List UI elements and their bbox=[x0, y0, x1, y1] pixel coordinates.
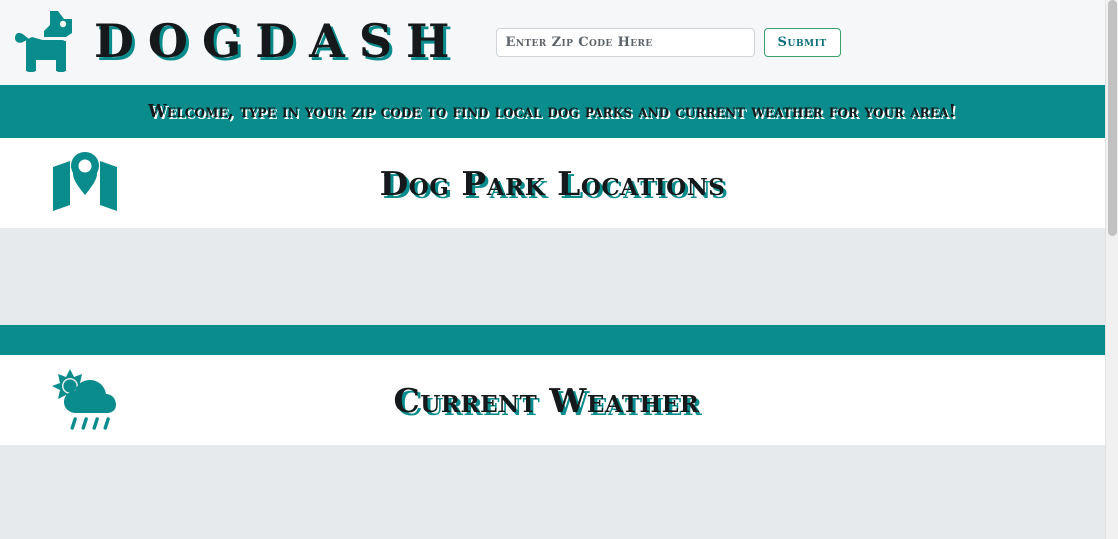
sun-cloud-rain-icon bbox=[50, 365, 120, 435]
chart-legend: Most Searched Zip Codes bbox=[0, 535, 1105, 539]
current-weather-header: Current Weather bbox=[0, 355, 1105, 445]
map-location-icon bbox=[50, 148, 120, 218]
scrollbar-thumb[interactable] bbox=[1108, 0, 1117, 236]
page-root: DOGDASH Submit Welcome, type in your zip… bbox=[0, 0, 1105, 539]
dog-park-locations-header: Dog Park Locations bbox=[0, 138, 1105, 228]
vertical-scrollbar[interactable] bbox=[1105, 0, 1118, 539]
current-weather-title: Current Weather bbox=[393, 380, 700, 420]
dog-park-locations-title: Dog Park Locations bbox=[379, 163, 726, 203]
welcome-banner-text: Welcome, type in your zip code to find l… bbox=[148, 101, 957, 122]
dog-icon bbox=[8, 7, 88, 79]
site-header: DOGDASH Submit bbox=[0, 0, 1105, 85]
zip-search-form: Submit bbox=[495, 28, 841, 57]
submit-button[interactable]: Submit bbox=[763, 28, 841, 57]
section-divider bbox=[0, 325, 1105, 355]
current-weather-panel[interactable] bbox=[0, 445, 1105, 535]
brand-title: DOGDASH bbox=[94, 13, 464, 68]
brand[interactable]: DOGDASH bbox=[8, 7, 464, 79]
dog-park-map-panel[interactable] bbox=[0, 228, 1105, 325]
most-searched-zip-codes-chart[interactable]: Most Searched Zip Codes 50 bbox=[0, 535, 1105, 539]
welcome-banner: Welcome, type in your zip code to find l… bbox=[0, 85, 1105, 138]
zip-code-input[interactable] bbox=[495, 28, 755, 57]
